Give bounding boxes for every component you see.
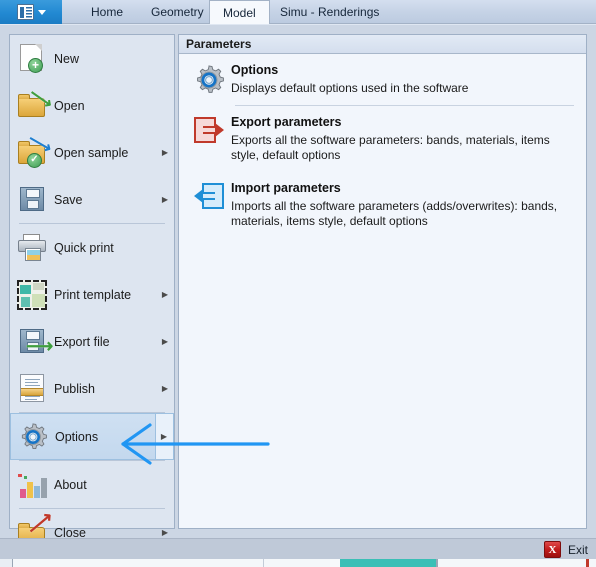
background-window-sliver	[0, 559, 596, 567]
entry-title: Import parameters	[231, 181, 341, 195]
submenu-arrow-icon: ▶	[161, 337, 169, 346]
ribbon-tab-strip: Home Geometry Model Simu - Renderings	[0, 0, 596, 24]
open-folder-icon: ⟶	[10, 82, 57, 129]
menu-item-label: Publish	[54, 381, 95, 396]
submenu-arrow-icon: ▶	[161, 290, 169, 299]
menu-item-export-file[interactable]: ⟶ Export file ▶	[10, 318, 174, 365]
menu-item-new[interactable]: + New	[10, 35, 174, 82]
menu-item-options[interactable]: Options ▶	[10, 413, 174, 460]
about-chart-icon	[10, 461, 54, 508]
import-arrow-icon	[187, 181, 231, 229]
gear-icon-svg	[21, 422, 47, 449]
submenu-arrow-icon: ▶	[161, 384, 169, 393]
menu-item-label: Quick print	[54, 240, 114, 255]
entry-description: Imports all the software parameters (add…	[231, 199, 558, 228]
gear-icon-svg	[197, 65, 224, 93]
backstage-footer: X Exit	[0, 538, 596, 559]
menu-item-publish[interactable]: Publish ▶	[10, 365, 174, 412]
tab-home[interactable]: Home	[78, 0, 136, 24]
publish-icon	[10, 365, 54, 412]
parameters-panel: Parameters Options Displays default opti…	[178, 34, 587, 529]
menu-item-quick-print[interactable]: Quick print	[10, 224, 174, 271]
tab-simu-renderings[interactable]: Simu - Renderings	[267, 0, 392, 24]
menu-item-label: Export file	[54, 334, 110, 349]
save-floppy-icon	[10, 176, 54, 223]
menu-item-label: About	[54, 477, 87, 492]
tab-geometry[interactable]: Geometry	[138, 0, 217, 24]
close-icon: X	[543, 541, 561, 558]
menu-item-label: Print template	[54, 287, 132, 302]
new-document-icon: +	[10, 35, 54, 82]
menu-item-label: Open	[54, 98, 85, 113]
panel-entry-import-parameters[interactable]: Import parameters Imports all the softwa…	[179, 172, 586, 238]
menu-item-label: Options	[55, 429, 99, 444]
export-file-icon: ⟶	[10, 318, 54, 365]
menu-item-save[interactable]: Save ▶	[10, 176, 174, 223]
gear-icon	[11, 413, 55, 460]
submenu-arrow-icon: ▶	[161, 195, 169, 204]
panel-title: Parameters	[179, 35, 586, 54]
menu-item-label: New	[54, 51, 80, 66]
menu-item-label: Save	[54, 192, 83, 207]
backstage-view: + New ⟶ Open ⟶ ✓ Open sample ▶ Save ▶ Qu…	[0, 24, 596, 546]
gear-icon	[187, 63, 231, 96]
application-menu-button[interactable]	[0, 0, 62, 24]
menu-item-about[interactable]: About	[10, 461, 174, 508]
submenu-arrow-icon: ▶	[160, 432, 168, 441]
menu-item-print-template[interactable]: Print template ▶	[10, 271, 174, 318]
entry-title: Options	[231, 63, 279, 77]
menu-item-open-sample[interactable]: ⟶ ✓ Open sample ▶	[10, 129, 174, 176]
book-icon	[16, 4, 34, 20]
menu-item-open[interactable]: ⟶ Open	[10, 82, 174, 129]
printer-icon	[10, 224, 54, 271]
panel-entry-options[interactable]: Options Displays default options used in…	[179, 54, 586, 105]
backstage-menu-list: + New ⟶ Open ⟶ ✓ Open sample ▶ Save ▶ Qu…	[9, 34, 175, 546]
entry-title: Export parameters	[231, 115, 342, 129]
chevron-down-icon	[37, 9, 46, 15]
exit-label: Exit	[567, 542, 588, 557]
tab-model[interactable]: Model	[209, 0, 270, 24]
export-arrow-icon	[187, 115, 231, 163]
open-sample-icon: ⟶ ✓	[10, 129, 55, 176]
entry-description: Exports all the software parameters: ban…	[231, 133, 550, 162]
menu-item-label: Open sample	[54, 145, 129, 160]
panel-entry-export-parameters[interactable]: Export parameters Exports all the softwa…	[179, 106, 586, 172]
submenu-arrow-icon: ▶	[161, 148, 169, 157]
exit-button[interactable]: X Exit	[543, 540, 588, 559]
entry-description: Displays default options used in the sof…	[231, 81, 469, 95]
submenu-arrow-icon: ▶	[161, 528, 169, 537]
print-template-icon	[10, 271, 54, 318]
